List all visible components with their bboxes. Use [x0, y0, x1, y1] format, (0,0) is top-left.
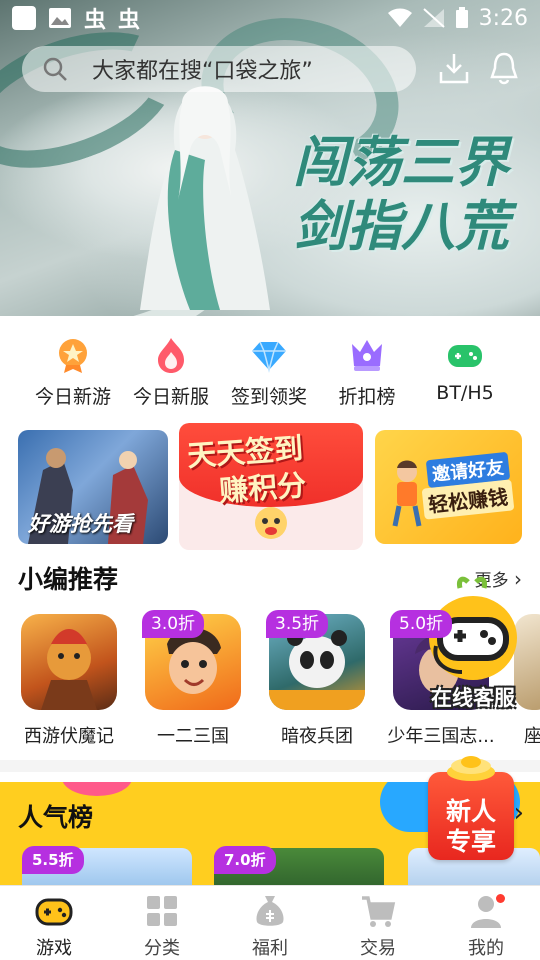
promo-checkin-points[interactable]: 天天签到 赚积分: [179, 423, 363, 550]
discount-badge: 7.0折: [214, 846, 276, 874]
game-name: 西游伏魔记: [24, 726, 114, 747]
section-title-recommend: 小编推荐: [18, 565, 119, 594]
game-card[interactable]: 西游伏魔记: [14, 610, 124, 748]
discount-badge: 3.5折: [266, 610, 329, 638]
game-card[interactable]: 3.0折 一二三国: [138, 610, 248, 748]
customer-service-label: 在线客服: [431, 686, 515, 710]
search-bar[interactable]: 大家都在搜“口袋之旅”: [22, 46, 416, 92]
medal-icon: [59, 339, 87, 373]
status-bar: 虫 虫 3:26: [0, 0, 540, 36]
app-notification-icon: 虫: [84, 8, 107, 33]
banner-headline: 闯荡三界 剑指八荒: [276, 130, 526, 258]
game-name: 座: [524, 726, 540, 747]
tab-categories[interactable]: 分类: [108, 886, 216, 960]
shortcut-label: 折扣榜: [338, 386, 396, 408]
bottom-tab-bar: 游戏 分类 福利 交易 我的: [0, 885, 540, 960]
crown-icon: [352, 340, 382, 371]
signal-icon: [422, 8, 445, 28]
tab-games[interactable]: 游戏: [0, 886, 108, 960]
app-notification-icon-2: 虫: [118, 8, 141, 33]
flame-icon: [158, 338, 184, 373]
coin-stack-icon: [447, 756, 495, 781]
customer-service-button[interactable]: 在线客服: [418, 576, 528, 716]
app-screen: 闯荡三界 剑指八荒 虫 虫 3:26 大家都在搜“口袋之旅” 今日新游 今日新服…: [0, 0, 540, 960]
shortcut-label: BT/H5: [436, 382, 494, 404]
clock: 3:26: [478, 5, 528, 31]
tab-welfare[interactable]: 福利: [216, 886, 324, 960]
search-row: 大家都在搜“口袋之旅”: [0, 44, 540, 94]
moneybag-icon: [256, 896, 284, 926]
discount-badge: 3.0折: [142, 610, 205, 638]
unread-dot: [496, 894, 505, 903]
chevron-right-icon[interactable]: ›: [514, 798, 524, 828]
shortcut-label: 今日新服: [132, 386, 209, 408]
grid-icon: [147, 896, 177, 926]
discount-badge: 5.5折: [22, 846, 84, 874]
shortcut-new-servers[interactable]: 今日新服: [122, 330, 220, 410]
game-name: 一二三国: [157, 726, 229, 747]
promo-text: 好游抢先看: [28, 512, 133, 536]
wifi-icon: [387, 8, 412, 27]
bell-icon[interactable]: [486, 50, 522, 86]
search-placeholder: 大家都在搜“口袋之旅”: [92, 59, 313, 84]
shortcut-new-games[interactable]: 今日新游: [24, 330, 122, 410]
tab-label: 交易: [360, 938, 396, 959]
shortcut-label: 签到领奖: [230, 386, 307, 408]
discount-badge: 5.0折: [390, 610, 453, 638]
boy-illustration: [392, 460, 422, 527]
tab-label: 我的: [468, 938, 504, 959]
gamepad-icon: [448, 345, 482, 367]
mascot-illustration: [255, 507, 287, 539]
game-name: 少年三国志...: [387, 726, 495, 747]
tab-me[interactable]: 我的: [432, 886, 540, 960]
promo-invite-friends[interactable]: 邀请好友 轻松赚钱: [375, 430, 522, 544]
game-icon: [21, 614, 117, 710]
banner-headline-line2: 剑指八荒: [293, 194, 509, 258]
tab-trade[interactable]: 交易: [324, 886, 432, 960]
shortcut-bt-h5[interactable]: BT/H5: [416, 330, 514, 410]
shortcut-check-in[interactable]: 签到领奖: [220, 330, 318, 410]
cart-icon: [362, 896, 396, 927]
image-icon: [49, 8, 71, 28]
banner-headline-line1: 闯荡三界: [293, 130, 509, 194]
promo-preview-games[interactable]: 好游抢先看: [18, 430, 168, 544]
tab-label: 分类: [144, 938, 180, 959]
character-illustration: [140, 86, 270, 310]
shortcut-row: 今日新游 今日新服 签到领奖 折扣榜 BT/H5: [0, 330, 540, 410]
new-user-gift-button[interactable]: 新人 专享: [428, 756, 514, 860]
tab-label: 福利: [252, 938, 288, 959]
game-card[interactable]: 3.5折 暗夜兵团: [262, 610, 372, 748]
tab-label: 游戏: [36, 938, 72, 959]
diamond-icon: [252, 341, 286, 373]
new-user-line2: 专享: [445, 827, 496, 856]
gamepad-icon: [35, 898, 73, 926]
search-icon: [43, 57, 67, 81]
shortcut-discount-chart[interactable]: 折扣榜: [318, 330, 416, 410]
game-name: 暗夜兵团: [281, 726, 353, 747]
battery-icon: [455, 7, 468, 28]
shortcut-label: 今日新游: [34, 386, 111, 408]
download-icon[interactable]: [436, 50, 472, 86]
notification-icon: [12, 6, 36, 30]
section-title-popular: 人气榜: [18, 803, 94, 832]
